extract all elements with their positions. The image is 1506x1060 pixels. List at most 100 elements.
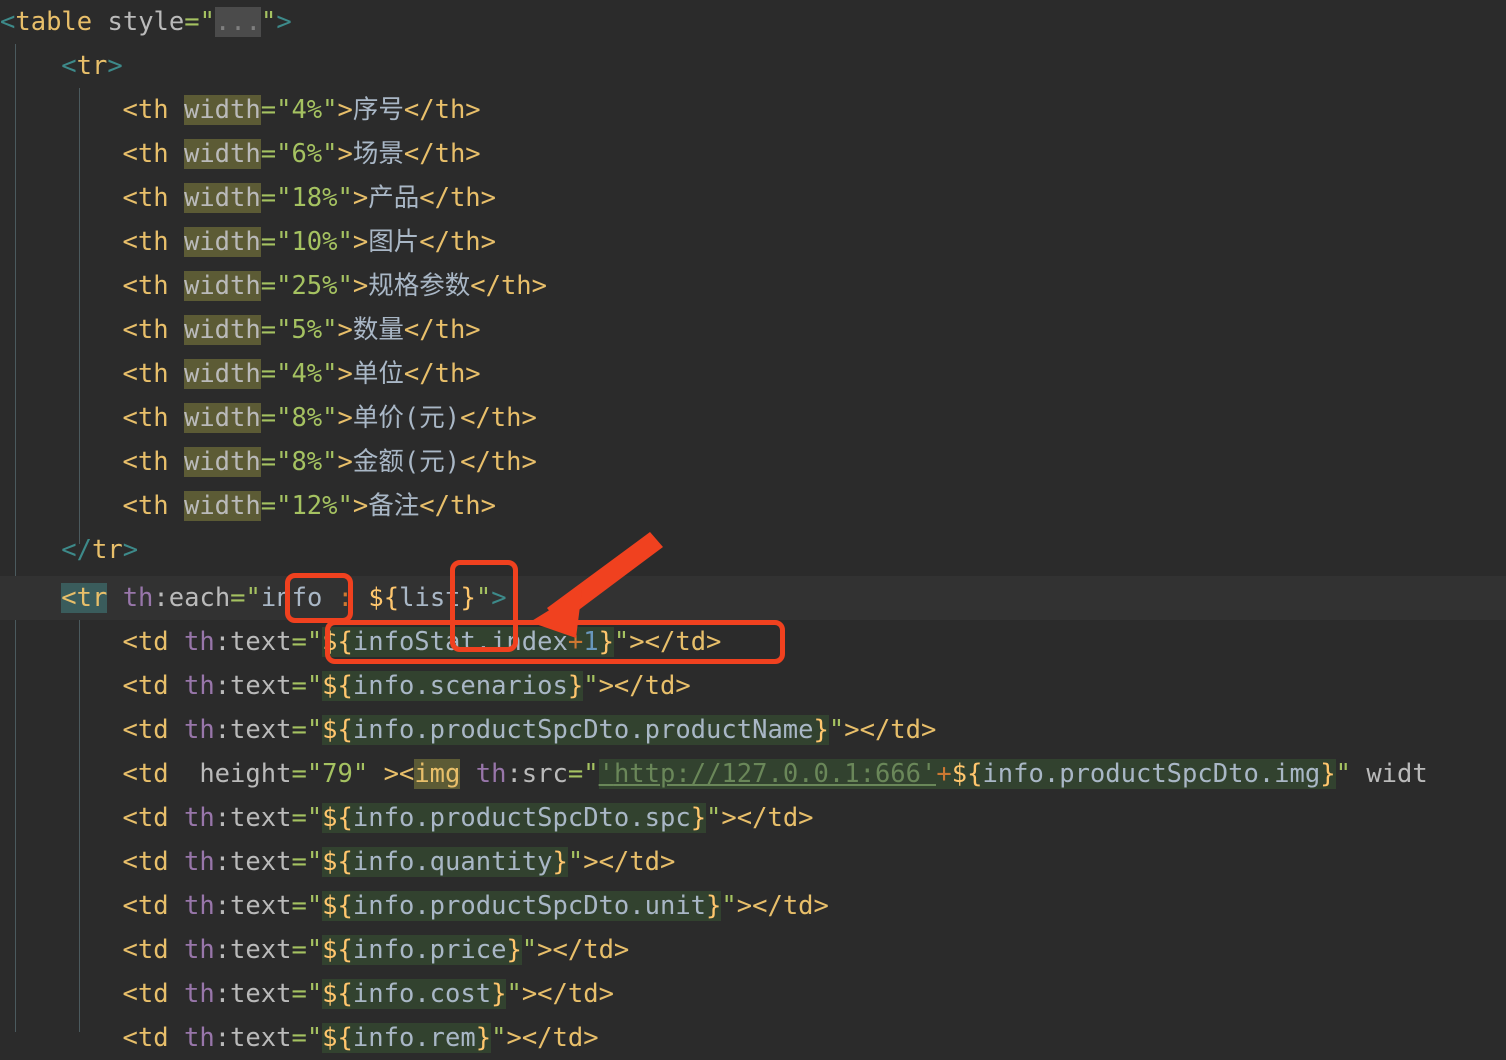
- code-token: :text: [214, 671, 292, 701]
- code-line[interactable]: <td th:text="${info.rem}"></td>: [0, 1016, 1506, 1060]
- code-token: <td: [122, 979, 184, 1009]
- code-token: <td: [122, 715, 184, 745]
- code-line[interactable]: <td th:text="${info.productSpcDto.produc…: [0, 708, 1506, 752]
- code-line[interactable]: <th width="6%">场景</th>: [0, 132, 1506, 176]
- code-line[interactable]: <th width="8%">单价(元)</th>: [0, 396, 1506, 440]
- code-token: =: [260, 447, 277, 477]
- code-token: <td: [122, 803, 184, 833]
- code-line[interactable]: <th width="4%">单位</th>: [0, 352, 1506, 396]
- code-token: ": [306, 935, 323, 965]
- code-token: >: [721, 803, 737, 833]
- code-token: ...: [214, 7, 262, 37]
- code-token: >: [844, 715, 860, 745]
- code-line[interactable]: <td th:text="${info.productSpcDto.spc}">…: [0, 796, 1506, 840]
- code-token: tr: [91, 535, 123, 565]
- code-token: ": [245, 583, 261, 613]
- code-token: </th>: [419, 183, 496, 213]
- code-line[interactable]: <tr th:each="info : ${list}">: [0, 576, 1506, 620]
- code-token: >: [122, 535, 139, 565]
- code-token: ": [491, 1023, 507, 1053]
- code-line[interactable]: <td th:text="${info.cost}"></td>: [0, 972, 1506, 1016]
- code-token: table: [15, 7, 93, 37]
- code-line[interactable]: <tr>: [0, 44, 1506, 88]
- code-token: productSpcDto: [429, 715, 630, 745]
- code-token: ": [306, 627, 323, 657]
- code-token: width: [183, 403, 261, 433]
- annotation-box-info-variable: [285, 573, 353, 623]
- code-token: <td: [122, 671, 184, 701]
- code-token: .: [1043, 759, 1060, 789]
- code-token: th: [183, 979, 215, 1009]
- code-line-text: <th width="6%">场景</th>: [123, 132, 481, 176]
- code-token: 序号: [352, 95, 404, 125]
- code-token: </th>: [403, 139, 481, 169]
- code-token: width: [183, 139, 261, 169]
- code-token: .: [1258, 759, 1275, 789]
- code-token: img: [1274, 759, 1321, 789]
- code-line[interactable]: <td th:text="${info.productSpcDto.unit}"…: [0, 884, 1506, 928]
- code-token: width: [183, 183, 261, 213]
- code-token: "18%": [276, 183, 353, 213]
- code-token: =: [260, 183, 277, 213]
- code-token: </: [61, 535, 92, 565]
- code-token: <th: [122, 403, 184, 433]
- code-line[interactable]: <th width="18%">产品</th>: [0, 176, 1506, 220]
- code-line[interactable]: <td th:text="${info.price}"></td>: [0, 928, 1506, 972]
- code-token: :src: [506, 759, 568, 789]
- code-line-text: <th width="4%">序号</th>: [123, 88, 481, 132]
- code-token: info: [982, 759, 1044, 789]
- code-line[interactable]: <td th:text="${info.scenarios}"></td>: [0, 664, 1506, 708]
- code-token: ': [598, 759, 614, 789]
- code-line-text: <td th:text="${info.productSpcDto.unit}"…: [123, 884, 829, 928]
- code-token: ": [583, 759, 599, 789]
- code-token: "5%": [276, 315, 338, 345]
- code-line[interactable]: </tr>: [0, 528, 1506, 572]
- code-token: =: [567, 759, 584, 789]
- code-token: ": [306, 891, 323, 921]
- code-line[interactable]: <td height="79" ><img th:src="'http://12…: [0, 752, 1506, 796]
- code-token: }: [690, 803, 707, 833]
- code-token: <td: [122, 627, 184, 657]
- code-token: 产品: [368, 183, 420, 213]
- code-token: "12%": [276, 491, 353, 521]
- code-token: =: [260, 95, 277, 125]
- code-token: </th>: [460, 447, 537, 477]
- code-line-text: <td th:text="${info.scenarios}"></td>: [123, 664, 691, 708]
- code-line-text: <th width="18%">产品</th>: [123, 176, 496, 220]
- code-token: }: [1320, 759, 1336, 789]
- code-token: }: [506, 935, 522, 965]
- code-token: </th>: [403, 95, 481, 125]
- code-line[interactable]: <th width="4%">序号</th>: [0, 88, 1506, 132]
- code-token: =: [291, 979, 307, 1009]
- code-editor-canvas[interactable]: <table style="..."> <tr> <th width="4%">序号…: [0, 0, 1506, 1053]
- code-token: ": [199, 7, 215, 37]
- code-token: width: [183, 95, 261, 125]
- code-line-text: <td th:text="${info.productSpcDto.produc…: [122, 708, 937, 752]
- code-line-text: <th width="5%">数量</th>: [123, 308, 481, 352]
- code-line[interactable]: <th width="12%">备注</th>: [0, 484, 1506, 528]
- code-token: </td>: [859, 715, 937, 745]
- code-token: <th: [122, 183, 184, 213]
- code-line[interactable]: <th width="10%">图片</th>: [0, 220, 1506, 264]
- code-token: .: [414, 979, 430, 1009]
- code-line[interactable]: <th width="5%">数量</th>: [0, 308, 1506, 352]
- code-token: <td: [122, 891, 184, 921]
- code-token: "8%": [276, 403, 338, 433]
- code-token: 图片: [368, 227, 420, 257]
- code-token: "4%": [276, 95, 338, 125]
- code-token: spc: [644, 803, 691, 833]
- code-token: }: [813, 715, 829, 745]
- code-token: :text: [214, 847, 292, 877]
- code-line[interactable]: <th width="8%">金额(元)</th>: [0, 440, 1506, 484]
- code-token: "6%": [276, 139, 338, 169]
- code-token: .: [414, 671, 430, 701]
- code-line[interactable]: <table style="...">: [0, 0, 1506, 44]
- code-token: ": [521, 935, 538, 965]
- code-token: ${: [322, 979, 353, 1009]
- code-line[interactable]: <td th:text="${info.quantity}"></td>: [0, 840, 1506, 884]
- code-token: ": [306, 715, 323, 745]
- code-token: .: [629, 803, 645, 833]
- code-line[interactable]: <th width="25%">规格参数</th>: [0, 264, 1506, 308]
- code-token: th: [183, 627, 215, 657]
